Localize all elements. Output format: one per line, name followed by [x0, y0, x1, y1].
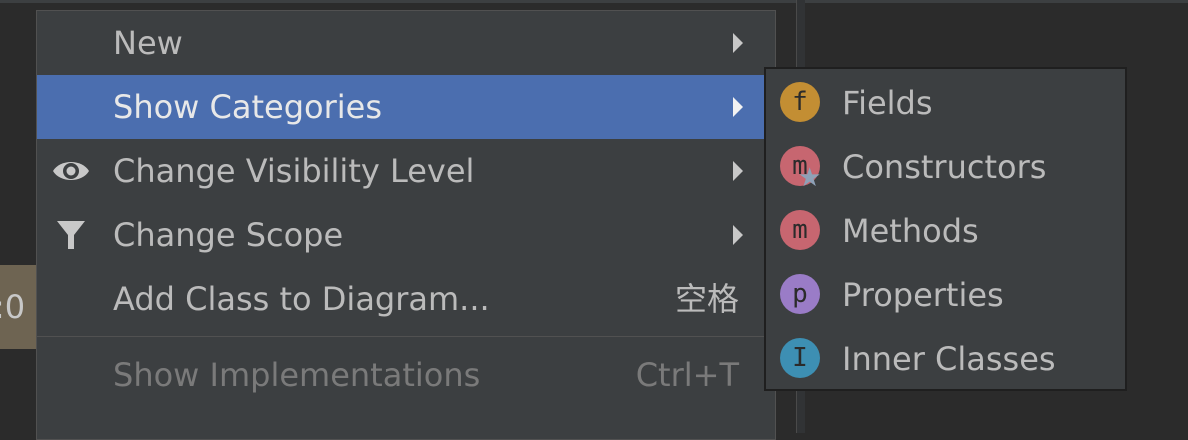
- submenu-arrow-icon: [733, 225, 743, 245]
- categories-submenu: f Fields m ★ Constructors m Methods p Pr…: [764, 67, 1127, 391]
- menu-item-label: Add Class to Diagram...: [113, 280, 490, 318]
- submenu-item-properties[interactable]: p Properties: [766, 263, 1125, 327]
- menu-separator: [37, 336, 775, 337]
- submenu-item-constructors[interactable]: m ★ Constructors: [766, 135, 1125, 199]
- menu-item-new[interactable]: New: [37, 11, 775, 75]
- field-icon: f: [780, 82, 820, 122]
- submenu-arrow-icon: [733, 33, 743, 53]
- star-overlay-icon: ★: [798, 163, 822, 193]
- submenu-item-methods[interactable]: m Methods: [766, 199, 1125, 263]
- menu-item-label: Change Scope: [113, 216, 344, 254]
- submenu-item-fields[interactable]: f Fields: [766, 71, 1125, 135]
- menu-item-add-class-to-diagram[interactable]: Add Class to Diagram... 空格: [37, 267, 775, 331]
- inner-class-icon: I: [780, 338, 820, 378]
- filter-funnel-icon: [57, 221, 85, 249]
- menu-item-show-implementations: Show Implementations Ctrl+T: [37, 343, 775, 407]
- submenu-item-label: Inner Classes: [842, 340, 1056, 378]
- submenu-item-label: Fields: [842, 84, 933, 122]
- menu-item-label: New: [113, 24, 183, 62]
- submenu-item-inner-classes[interactable]: I Inner Classes: [766, 327, 1125, 391]
- menu-item-show-categories[interactable]: Show Categories: [37, 75, 764, 139]
- menu-item-label: Show Categories: [113, 88, 382, 126]
- node-text: :0: [0, 288, 26, 326]
- menu-item-change-scope[interactable]: Change Scope: [37, 203, 775, 267]
- menu-item-shortcut: Ctrl+T: [635, 356, 739, 394]
- menu-item-change-visibility-level[interactable]: Change Visibility Level: [37, 139, 775, 203]
- submenu-arrow-icon: [733, 97, 743, 117]
- menu-item-label: Show Implementations: [113, 356, 481, 394]
- submenu-item-label: Constructors: [842, 148, 1047, 186]
- submenu-item-label: Methods: [842, 212, 979, 250]
- submenu-arrow-icon: [733, 161, 743, 181]
- eye-icon: [53, 162, 89, 180]
- diagram-node-fragment[interactable]: :0: [0, 265, 40, 349]
- menu-item-label: Change Visibility Level: [113, 152, 475, 190]
- menu-item-shortcut: 空格: [674, 280, 739, 318]
- canvas-top-border: [0, 0, 1188, 3]
- method-icon: m: [780, 210, 820, 250]
- submenu-item-label: Properties: [842, 276, 1004, 314]
- property-icon: p: [780, 274, 820, 314]
- context-menu: New Show Categories Change Visibility Le…: [36, 10, 776, 440]
